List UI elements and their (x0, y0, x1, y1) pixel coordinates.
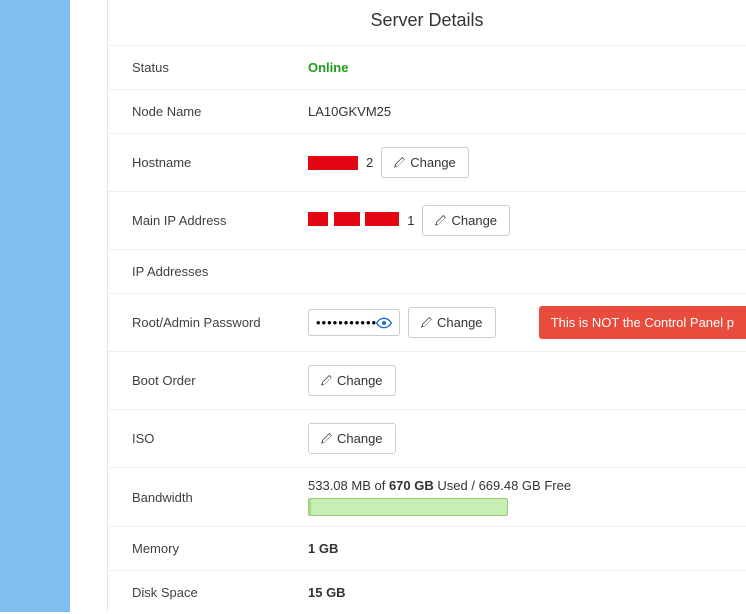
change-label: Change (451, 213, 497, 228)
row-disk-space: Disk Space 15 GB (108, 570, 746, 614)
page-title: Server Details (108, 0, 746, 45)
label-memory: Memory (132, 541, 308, 556)
pencil-icon (321, 375, 332, 386)
change-label: Change (337, 373, 383, 388)
change-label: Change (410, 155, 456, 170)
row-boot-order: Boot Order Change (108, 351, 746, 409)
label-node-name: Node Name (132, 104, 308, 119)
left-sidebar-stripe (0, 0, 70, 612)
row-root-password: Root/Admin Password Change This is NOT t… (108, 293, 746, 351)
main-ip-redacted (308, 212, 399, 229)
panel-gap (70, 0, 108, 612)
pencil-icon (394, 157, 405, 168)
main-ip-tail: 1 (407, 213, 414, 228)
row-status: Status Online (108, 45, 746, 89)
eye-icon[interactable] (376, 317, 392, 329)
hostname-redacted (308, 156, 358, 170)
pencil-icon (321, 433, 332, 444)
boot-order-change-button[interactable]: Change (308, 365, 396, 396)
label-bandwidth: Bandwidth (132, 490, 308, 505)
row-memory: Memory 1 GB (108, 526, 746, 570)
label-iso: ISO (132, 431, 308, 446)
bandwidth-text: 533.08 MB of 670 GB Used / 669.48 GB Fre… (308, 478, 746, 493)
label-boot-order: Boot Order (132, 373, 308, 388)
bandwidth-bar-fill (309, 499, 311, 515)
row-node-name: Node Name LA10GKVM25 (108, 89, 746, 133)
bandwidth-bar (308, 498, 508, 516)
row-bandwidth: Bandwidth 533.08 MB of 670 GB Used / 669… (108, 467, 746, 526)
server-details-panel: Server Details Status Online Node Name L… (108, 0, 746, 612)
password-change-button[interactable]: Change (408, 307, 496, 338)
label-main-ip: Main IP Address (132, 213, 308, 228)
hostname-tail: 2 (366, 155, 373, 170)
label-hostname: Hostname (132, 155, 308, 170)
row-iso: ISO Change (108, 409, 746, 467)
row-ip-addresses: IP Addresses (108, 249, 746, 293)
pencil-icon (421, 317, 432, 328)
bandwidth-free: 669.48 GB Free (479, 478, 572, 493)
bandwidth-total: 670 GB (389, 478, 434, 493)
change-label: Change (337, 431, 383, 446)
label-disk-space: Disk Space (132, 585, 308, 600)
disk-value: 15 GB (308, 585, 346, 600)
label-root-password: Root/Admin Password (132, 315, 308, 330)
row-main-ip: Main IP Address 1 Change (108, 191, 746, 249)
row-hostname: Hostname 2 Change (108, 133, 746, 191)
label-status: Status (132, 60, 308, 75)
pencil-icon (435, 215, 446, 226)
main-ip-change-button[interactable]: Change (422, 205, 510, 236)
status-value: Online (308, 60, 348, 75)
password-input[interactable] (316, 315, 376, 330)
label-ip-addresses: IP Addresses (132, 264, 308, 279)
node-name-value: LA10GKVM25 (308, 104, 391, 119)
change-label: Change (437, 315, 483, 330)
memory-value: 1 GB (308, 541, 338, 556)
password-warning-badge: This is NOT the Control Panel p (539, 306, 746, 339)
hostname-change-button[interactable]: Change (381, 147, 469, 178)
password-field-wrap (308, 309, 400, 336)
bandwidth-used: 533.08 MB (308, 478, 371, 493)
iso-change-button[interactable]: Change (308, 423, 396, 454)
